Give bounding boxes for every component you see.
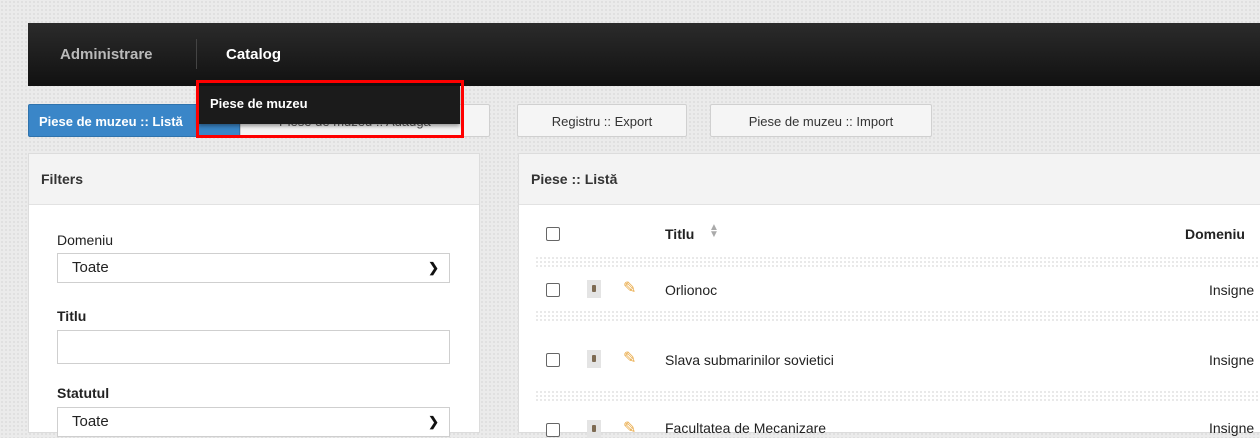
pencil-icon[interactable]: ✎ [623, 348, 636, 368]
nav-item-administrare[interactable]: Administrare [60, 23, 153, 86]
pencil-icon[interactable]: ✎ [623, 278, 636, 298]
column-header-domeniu[interactable]: Domeniu [1185, 226, 1245, 242]
image-thumbnail-icon[interactable] [587, 280, 601, 298]
top-navbar: Administrare Catalog [28, 23, 1260, 86]
row-checkbox[interactable] [546, 283, 560, 297]
row-title[interactable]: Slava submarinilor sovietici [665, 352, 834, 368]
piese-import-button[interactable]: Piese de muzeu :: Import [710, 104, 932, 137]
piese-list-panel: Piese :: Listă Titlu ▲ ▼ Domeniu ✎ Orlion… [518, 153, 1260, 438]
domeniu-select-value: Toate [72, 259, 109, 276]
image-thumbnail-icon[interactable] [587, 350, 601, 368]
row-domain: Insigne [1209, 282, 1255, 298]
row-domain: Insigne [1209, 420, 1255, 436]
row-separator [535, 256, 1260, 268]
registru-export-button[interactable]: Registru :: Export [517, 104, 687, 137]
domeniu-label: Domeniu [57, 232, 114, 248]
row-domain: Insigne [1209, 352, 1255, 368]
titlu-label: Titlu [57, 308, 87, 324]
select-all-checkbox[interactable] [546, 227, 560, 241]
row-separator [535, 390, 1260, 402]
nav-divider [196, 39, 197, 69]
domeniu-select[interactable]: Toate ❯ [57, 253, 450, 283]
titlu-input[interactable] [57, 330, 450, 364]
row-title[interactable]: Facultatea de Mecanizare [665, 420, 826, 436]
column-header-titlu[interactable]: Titlu [665, 226, 694, 242]
row-separator [535, 310, 1260, 322]
row-checkbox[interactable] [546, 423, 560, 437]
sort-icon[interactable]: ▲ ▼ [709, 223, 719, 240]
statutul-label: Statutul [57, 385, 110, 401]
statutul-select-value: Toate [72, 413, 109, 430]
chevron-down-icon: ❯ [428, 260, 439, 275]
nav-item-catalog[interactable]: Catalog [226, 23, 281, 86]
highlight-box [196, 80, 464, 138]
filters-panel: Filters Domeniu Toate ❯ Titlu Statutul T… [28, 153, 480, 437]
chevron-down-icon: ❯ [428, 414, 439, 429]
statutul-select[interactable]: Toate ❯ [57, 407, 450, 437]
row-title[interactable]: Orlionoc [665, 282, 717, 298]
pencil-icon[interactable]: ✎ [623, 418, 636, 438]
row-checkbox[interactable] [546, 353, 560, 367]
filters-title: Filters [29, 154, 479, 205]
list-title: Piese :: Listă [519, 154, 1260, 205]
